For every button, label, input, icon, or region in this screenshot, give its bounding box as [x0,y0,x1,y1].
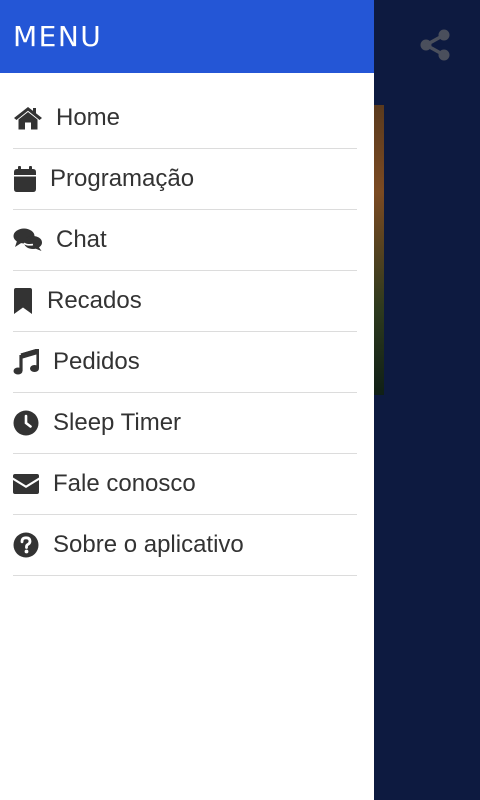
music-icon [13,347,43,377]
menu-item-chat[interactable]: Chat [13,210,357,271]
menu-item-sobre[interactable]: Sobre o aplicativo [13,515,357,576]
bookmark-icon [13,286,43,316]
share-button[interactable] [414,26,456,68]
clock-icon [13,408,43,438]
menu-item-label: Pedidos [53,348,140,375]
drawer-header: MENU [0,0,374,73]
home-icon [13,103,43,133]
menu-item-home[interactable]: Home [13,88,357,149]
menu-item-programacao[interactable]: Programação [13,149,357,210]
chat-icon [13,225,43,255]
menu-item-label: Fale conosco [53,470,196,497]
navigation-drawer: MENU Home Programação Chat Recados Pedid… [0,0,374,800]
drawer-title: MENU [13,20,103,53]
envelope-icon [13,469,43,499]
calendar-icon [13,164,43,194]
background-image [374,105,384,395]
menu-item-label: Sobre o aplicativo [53,531,244,558]
menu-item-fale-conosco[interactable]: Fale conosco [13,454,357,515]
menu-item-label: Home [56,104,121,131]
menu-item-label: Recados [47,287,142,314]
share-icon [417,27,453,68]
question-circle-icon [13,530,43,560]
menu-item-label: Sleep Timer [53,409,182,436]
menu-item-recados[interactable]: Recados [13,271,357,332]
menu-item-label: Chat [56,226,107,253]
menu-item-sleep-timer[interactable]: Sleep Timer [13,393,357,454]
menu-list: Home Programação Chat Recados Pedidos Sl… [13,73,357,576]
menu-item-pedidos[interactable]: Pedidos [13,332,357,393]
menu-item-label: Programação [50,165,195,192]
